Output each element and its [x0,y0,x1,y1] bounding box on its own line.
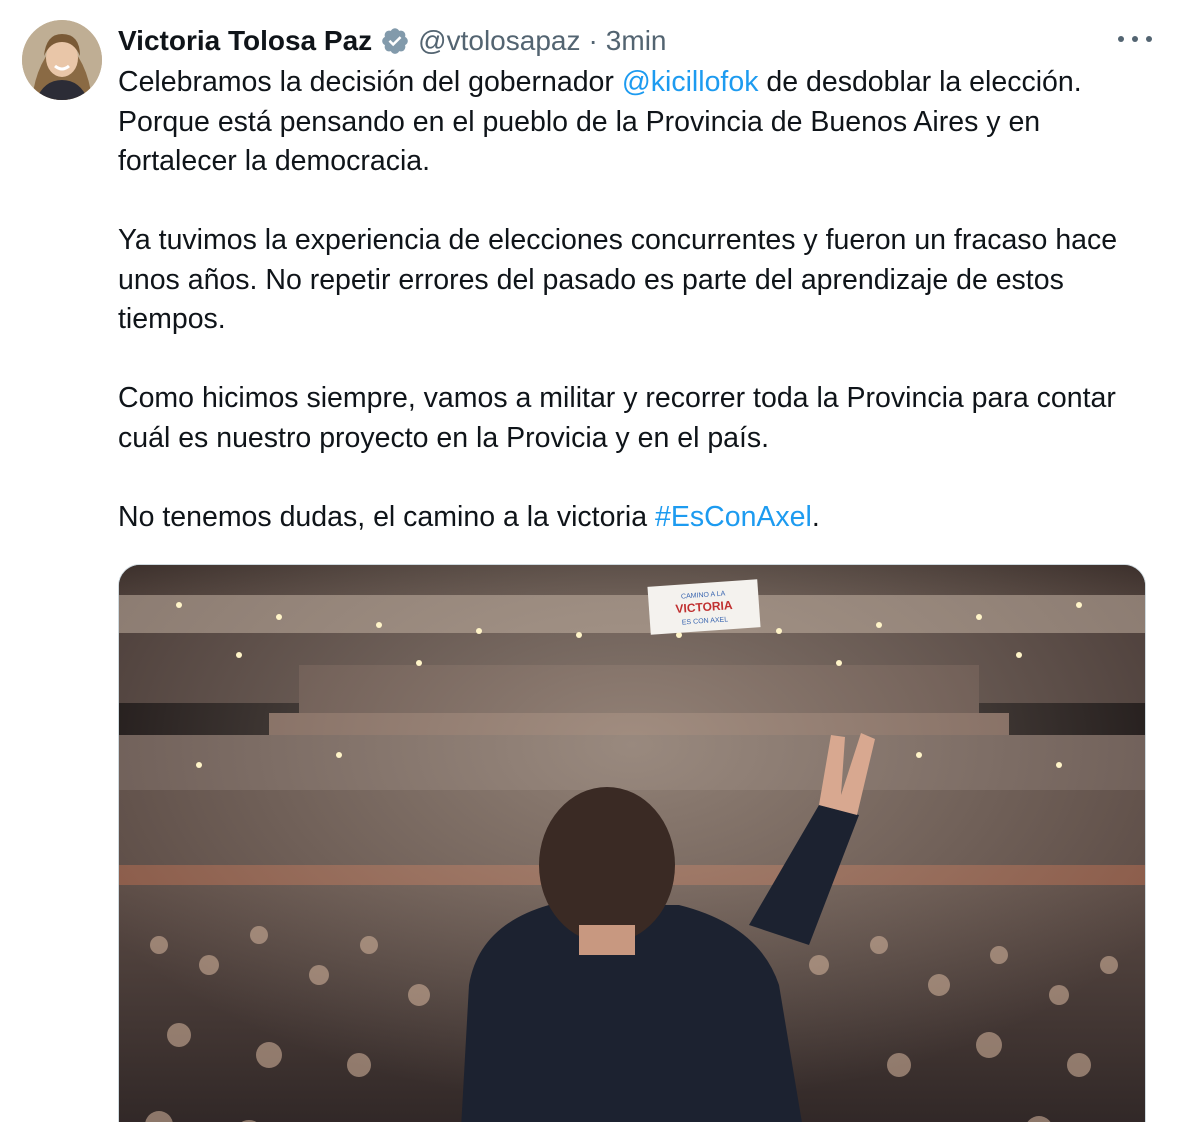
paragraph-3: Como hicimos siempre, vamos a militar y … [118,382,1116,454]
tweet-header: Victoria Tolosa Paz @vtolosapaz · 3min [118,22,667,60]
more-options-icon[interactable] [1118,24,1152,54]
profile-avatar[interactable] [22,20,102,100]
tweet[interactable]: Victoria Tolosa Paz @vtolosapaz · 3min C… [0,0,1200,1122]
tweet-text: Celebramos la decisión del gobernador @k… [118,63,1158,537]
timestamp[interactable]: 3min [606,22,667,60]
text-segment: Celebramos la decisión del gobernador [118,66,622,98]
banner: CAMINO A LA VICTORIA ES CON AXEL [647,579,761,635]
display-name[interactable]: Victoria Tolosa Paz [118,22,372,60]
mention-link[interactable]: @kicillofok [622,66,759,98]
user-handle[interactable]: @vtolosapaz [418,22,580,60]
paragraph-4: No tenemos dudas, el camino a la victori… [118,498,1158,538]
hashtag-link[interactable]: #EsConAxel [655,501,812,533]
separator-dot: · [588,25,598,56]
text-segment: No tenemos dudas, el camino a la victori… [118,500,656,533]
paragraph-1: Celebramos la decisión del gobernador @k… [118,63,1158,182]
paragraph-2: Ya tuvimos la experiencia de elecciones … [118,224,1118,335]
tweet-photo[interactable]: CAMINO A LA VICTORIA ES CON AXEL [118,564,1146,1122]
text-segment: . [811,500,820,533]
verified-badge-icon [380,26,410,56]
